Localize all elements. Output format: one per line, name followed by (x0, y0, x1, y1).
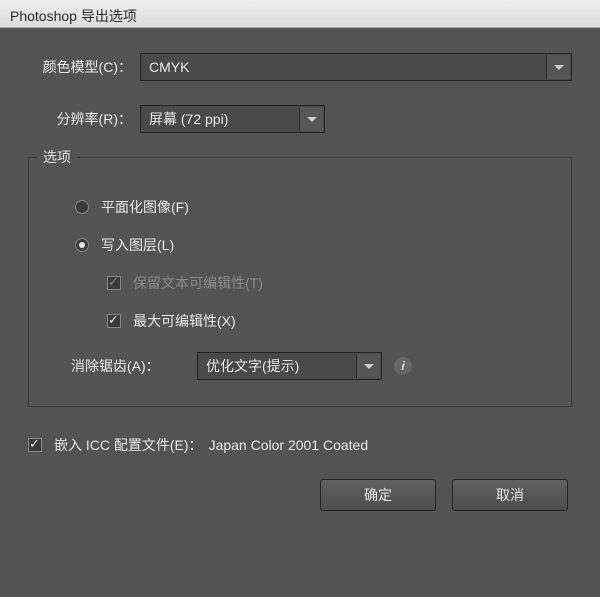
write-layers-label: 写入图层(L) (101, 235, 174, 255)
write-layers-option[interactable]: 写入图层(L) (47, 226, 553, 264)
checkbox-icon (107, 276, 121, 290)
options-group: 选项 平面化图像(F) 写入图层(L) 保留文本可编辑性(T) 最大可编辑性(X… (28, 157, 572, 407)
anti-alias-value: 优化文字(提示) (206, 356, 299, 376)
anti-alias-select[interactable]: 优化文字(提示) (197, 352, 382, 380)
embed-icc-label: 嵌入 ICC 配置文件(E)： (54, 435, 203, 455)
anti-alias-label: 消除锯齿(A)： (71, 356, 197, 376)
radio-icon (75, 238, 89, 252)
info-icon[interactable]: i (394, 357, 412, 375)
max-edit-option[interactable]: 最大可编辑性(X) (47, 302, 553, 340)
radio-icon (75, 200, 89, 214)
ok-label: 确定 (364, 485, 392, 505)
color-model-label: 颜色模型(C)： (28, 57, 140, 77)
chevron-down-icon (546, 55, 570, 79)
flatten-option[interactable]: 平面化图像(F) (47, 188, 553, 226)
resolution-row: 分辨率(R)： 屏幕 (72 ppi) (28, 105, 572, 133)
dialog-content: 颜色模型(C)： CMYK 分辨率(R)： 屏幕 (72 ppi) 选项 平面化… (0, 28, 600, 525)
options-legend: 选项 (37, 147, 77, 167)
chevron-down-icon (299, 107, 323, 131)
checkbox-icon (107, 314, 121, 328)
max-edit-label: 最大可编辑性(X) (133, 311, 236, 331)
checkbox-icon (28, 438, 42, 452)
resolution-value: 屏幕 (72 ppi) (149, 109, 228, 129)
window-title: Photoshop 导出选项 (0, 0, 600, 28)
color-model-row: 颜色模型(C)： CMYK (28, 53, 572, 81)
embed-icc-row[interactable]: 嵌入 ICC 配置文件(E)： Japan Color 2001 Coated (28, 435, 572, 455)
flatten-label: 平面化图像(F) (101, 197, 189, 217)
resolution-label: 分辨率(R)： (28, 109, 140, 129)
embed-icc-value: Japan Color 2001 Coated (209, 437, 369, 453)
preserve-text-label: 保留文本可编辑性(T) (133, 273, 263, 293)
resolution-select[interactable]: 屏幕 (72 ppi) (140, 105, 325, 133)
color-model-select[interactable]: CMYK (140, 53, 572, 81)
window-title-text: Photoshop 导出选项 (10, 8, 137, 24)
chevron-down-icon (356, 354, 380, 378)
cancel-button[interactable]: 取消 (452, 479, 568, 511)
color-model-value: CMYK (149, 59, 189, 75)
preserve-text-option: 保留文本可编辑性(T) (47, 264, 553, 302)
cancel-label: 取消 (496, 485, 524, 505)
ok-button[interactable]: 确定 (320, 479, 436, 511)
anti-alias-row: 消除锯齿(A)： 优化文字(提示) i (47, 340, 553, 384)
button-bar: 确定 取消 (28, 479, 572, 511)
